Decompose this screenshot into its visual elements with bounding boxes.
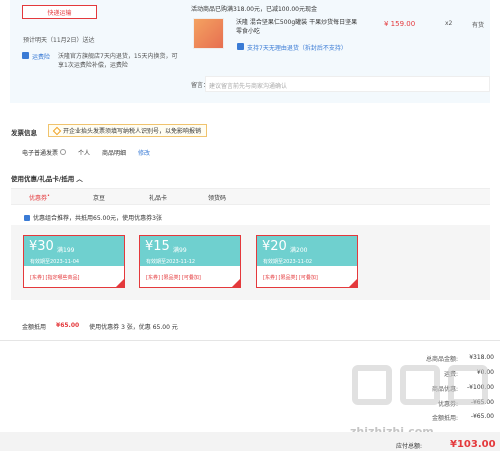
selected-corner-icon: [116, 279, 124, 287]
invoice-type: 电子普通发票: [22, 148, 67, 157]
help-icon[interactable]: [60, 149, 67, 155]
summary-value: ¥318.00: [469, 354, 494, 361]
summary-label: 总商品金额:: [425, 356, 458, 363]
summary-label: 金额抵用:: [431, 415, 458, 422]
store-promise: 沃隆官方旗舰店7天内退货，15天内换货，可享1次运费险补偿，运费险: [58, 53, 178, 69]
invoice-tip-text: 开企业抬头发票须填写纳税人识别号，以免影响报销: [63, 128, 202, 135]
coupon-validity: 有效期至2023-11-12: [146, 259, 196, 265]
tab-jingdou[interactable]: 京豆: [93, 193, 105, 202]
deduction-summary: 金额抵用 ¥65.00 使用优惠券 3 张，优惠 65.00 元: [22, 322, 178, 331]
divider: [0, 340, 500, 341]
chevron-up-icon[interactable]: ︿: [76, 173, 83, 183]
deduction-amount: ¥65.00: [56, 322, 80, 329]
coupon-amount: ¥15: [145, 239, 170, 254]
coupon-amount: ¥20: [262, 239, 287, 254]
goods-stock: 有货: [472, 22, 485, 29]
goods-thumbnail[interactable]: [193, 18, 224, 49]
goods-quantity: x2: [445, 20, 453, 27]
invoice-holder: 个人: [78, 150, 91, 157]
coupon-recommend-text: 优惠组合推荐，共抵用65.00元，使用优惠券3张: [33, 215, 162, 222]
coupon-card[interactable]: ¥30 满199 有效期至2023-11-04 [东券] [指定哪些商品]: [23, 235, 125, 288]
checkbox-icon[interactable]: [24, 214, 30, 221]
coupon-condition: 满199: [57, 247, 75, 254]
shipping-method-button[interactable]: 快递运输: [22, 5, 97, 19]
pay-total-value: ¥103.00: [450, 439, 496, 450]
freight-insurance-tag: 运费险: [22, 52, 50, 61]
payment-bar: [0, 432, 500, 451]
return-policy: 支持7天无理由退货（拆封后不支持）: [247, 45, 347, 52]
coupon-validity: 有效期至2023-11-04: [30, 259, 80, 265]
deduction-detail: 使用优惠券 3 张，优惠 65.00 元: [89, 324, 178, 331]
coupon-validity: 有效期至2023-11-02: [263, 259, 313, 265]
pay-total-label: 应付总额:: [396, 443, 423, 450]
promo-line: 活动商品已购满318.00元，已减100.00元现金: [191, 6, 317, 13]
invoice-row: 电子普通发票 个人 商品明细 修改: [22, 148, 150, 157]
coupon-tags: [东券] [指定哪些商品]: [30, 275, 80, 281]
watermark-logo: [352, 365, 488, 405]
selected-corner-icon: [349, 279, 357, 287]
warning-icon: [52, 126, 62, 135]
deduction-label: 金额抵用: [22, 324, 47, 331]
goods-name[interactable]: 沃隆 混合坚果仁500g罐装 干果炒货每日坚果 零食小吃: [236, 18, 364, 36]
coupon-condition: 满200: [290, 247, 308, 254]
coupon-card[interactable]: ¥20 满200 有效期至2023-11-02 [东券] [限品类] [可叠加]: [256, 235, 358, 288]
coupon-card[interactable]: ¥15 满99 有效期至2023-11-12 [东券] [限品类] [可叠加]: [139, 235, 241, 288]
coupon-tags: [东券] [限品类] [可叠加]: [263, 275, 318, 281]
selected-corner-icon: [232, 279, 240, 287]
coupon-recommend-option[interactable]: 优惠组合推荐，共抵用65.00元，使用优惠券3张: [24, 213, 162, 222]
goods-price: ¥ 159.00: [384, 20, 416, 28]
tab-redeem-code[interactable]: 领货码: [208, 193, 226, 202]
freight-insurance-label: 运费险: [32, 54, 51, 61]
tab-coupons[interactable]: 优惠券•: [29, 193, 50, 202]
coupon-amount: ¥30: [29, 239, 54, 254]
invoice-section-title: 发票信息: [11, 129, 37, 137]
shield-icon: [22, 52, 29, 59]
delivery-eta: 预计明天（11月2日）送达: [23, 37, 95, 44]
summary-value: -¥65.00: [470, 413, 494, 420]
coupon-tabs: 优惠券• 京豆 礼品卡 领货码: [11, 188, 490, 205]
invoice-tip: 开企业抬头发票须填写纳税人识别号，以免影响报销: [48, 124, 208, 137]
invoice-edit-link[interactable]: 修改: [138, 148, 150, 157]
coupon-tags: [东券] [限品类] [可叠加]: [146, 275, 201, 281]
tab-gift-card[interactable]: 礼品卡: [149, 193, 167, 202]
invoice-content: 商品明细: [102, 150, 127, 157]
return-policy-icon: [237, 43, 244, 50]
remark-input[interactable]: 建议留言前先与商家沟通确认: [205, 76, 490, 92]
coupon-condition: 满99: [173, 247, 187, 254]
coupon-section-title[interactable]: 使用优惠/礼品卡/抵用 ︿: [11, 173, 83, 183]
